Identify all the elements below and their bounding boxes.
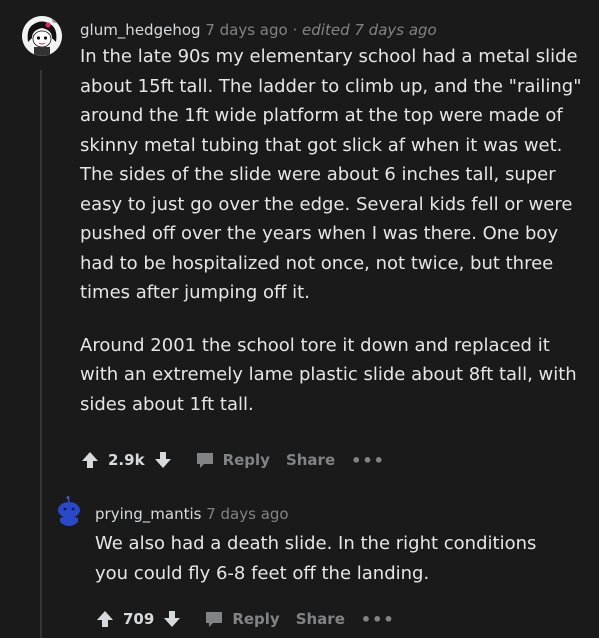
thread-line[interactable] <box>40 70 42 638</box>
share-button[interactable]: Share <box>296 610 345 628</box>
meta-separator: · <box>292 21 298 39</box>
speech-bubble-icon <box>204 609 224 629</box>
avatar[interactable] <box>22 16 62 56</box>
comment-meta: prying_mantis 7 days ago <box>95 504 289 524</box>
upvote-button[interactable] <box>80 450 100 470</box>
reply-button[interactable]: Reply <box>195 450 270 470</box>
downvote-button[interactable] <box>153 450 173 470</box>
vote-score: 709 <box>123 610 155 628</box>
arrow-down-icon <box>154 452 171 468</box>
vote-score: 2.9k <box>108 451 145 469</box>
comment-actions: 709 Reply Share ••• <box>95 607 395 631</box>
upvote-button[interactable] <box>95 609 115 629</box>
reply-label: Reply <box>222 451 270 469</box>
comment-actions: 2.9k Reply Share ••• <box>80 448 385 472</box>
snoo-avatar-icon <box>58 496 80 526</box>
more-options-button[interactable]: ••• <box>351 451 385 470</box>
snoo-avatar-icon <box>22 16 62 56</box>
more-options-button[interactable]: ••• <box>361 610 395 629</box>
comment-paragraph: In the late 90s my elementary school had… <box>80 46 582 303</box>
comment-body: In the late 90s my elementary school had… <box>80 42 590 419</box>
share-button[interactable]: Share <box>286 451 335 469</box>
comment-paragraph: We also had a death slide. In the right … <box>95 533 537 584</box>
reply-label: Reply <box>232 610 280 628</box>
edited-timestamp: edited 7 days ago <box>302 21 437 39</box>
comment-body: We also had a death slide. In the right … <box>95 529 565 588</box>
avatar[interactable] <box>56 496 82 526</box>
comment-meta: glum_hedgehog 7 days ago · edited 7 days… <box>80 20 437 40</box>
timestamp[interactable]: 7 days ago <box>206 505 288 523</box>
comment-paragraph: Around 2001 the school tore it down and … <box>80 334 577 415</box>
timestamp[interactable]: 7 days ago <box>205 21 287 39</box>
speech-bubble-icon <box>195 450 215 470</box>
username-link[interactable]: glum_hedgehog <box>80 21 201 39</box>
downvote-button[interactable] <box>162 609 182 629</box>
arrow-down-icon <box>164 611 181 627</box>
arrow-up-icon <box>97 611 113 627</box>
reply-button[interactable]: Reply <box>204 609 280 629</box>
arrow-up-icon <box>82 452 98 468</box>
username-link[interactable]: prying_mantis <box>95 505 201 523</box>
